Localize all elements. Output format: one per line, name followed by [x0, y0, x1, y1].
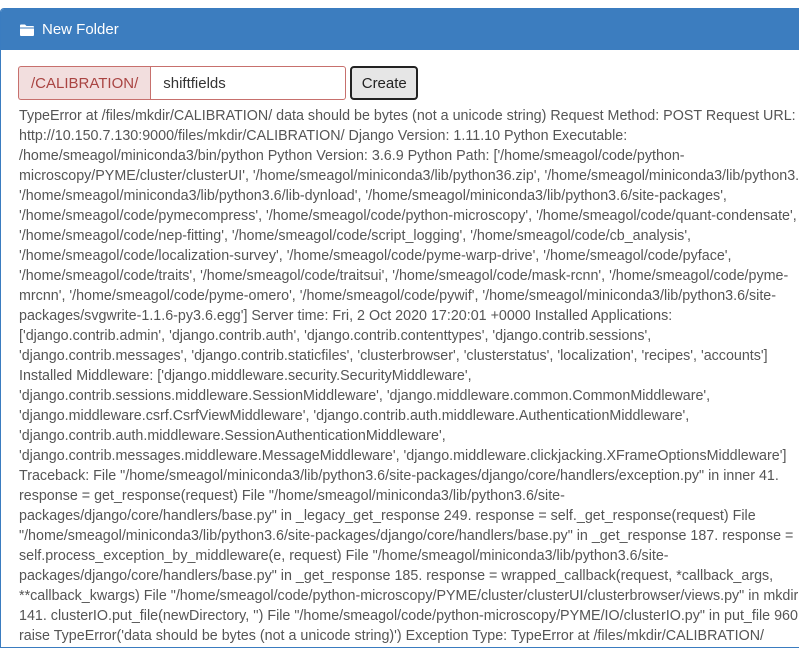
path-prefix-addon: /CALIBRATION/: [18, 66, 151, 100]
create-button[interactable]: Create: [350, 66, 419, 100]
panel-title: New Folder: [42, 21, 119, 38]
folder-name-input[interactable]: [150, 66, 347, 100]
new-folder-panel: New Folder /CALIBRATION/ Create TypeErro…: [0, 8, 799, 648]
panel-body: /CALIBRATION/ Create TypeError at /files…: [1, 50, 799, 647]
error-message: TypeError at /files/mkdir/CALIBRATION/ d…: [19, 108, 799, 644]
folder-icon: [19, 23, 35, 37]
panel-header: New Folder: [1, 9, 799, 50]
new-folder-form: /CALIBRATION/ Create: [18, 66, 799, 100]
